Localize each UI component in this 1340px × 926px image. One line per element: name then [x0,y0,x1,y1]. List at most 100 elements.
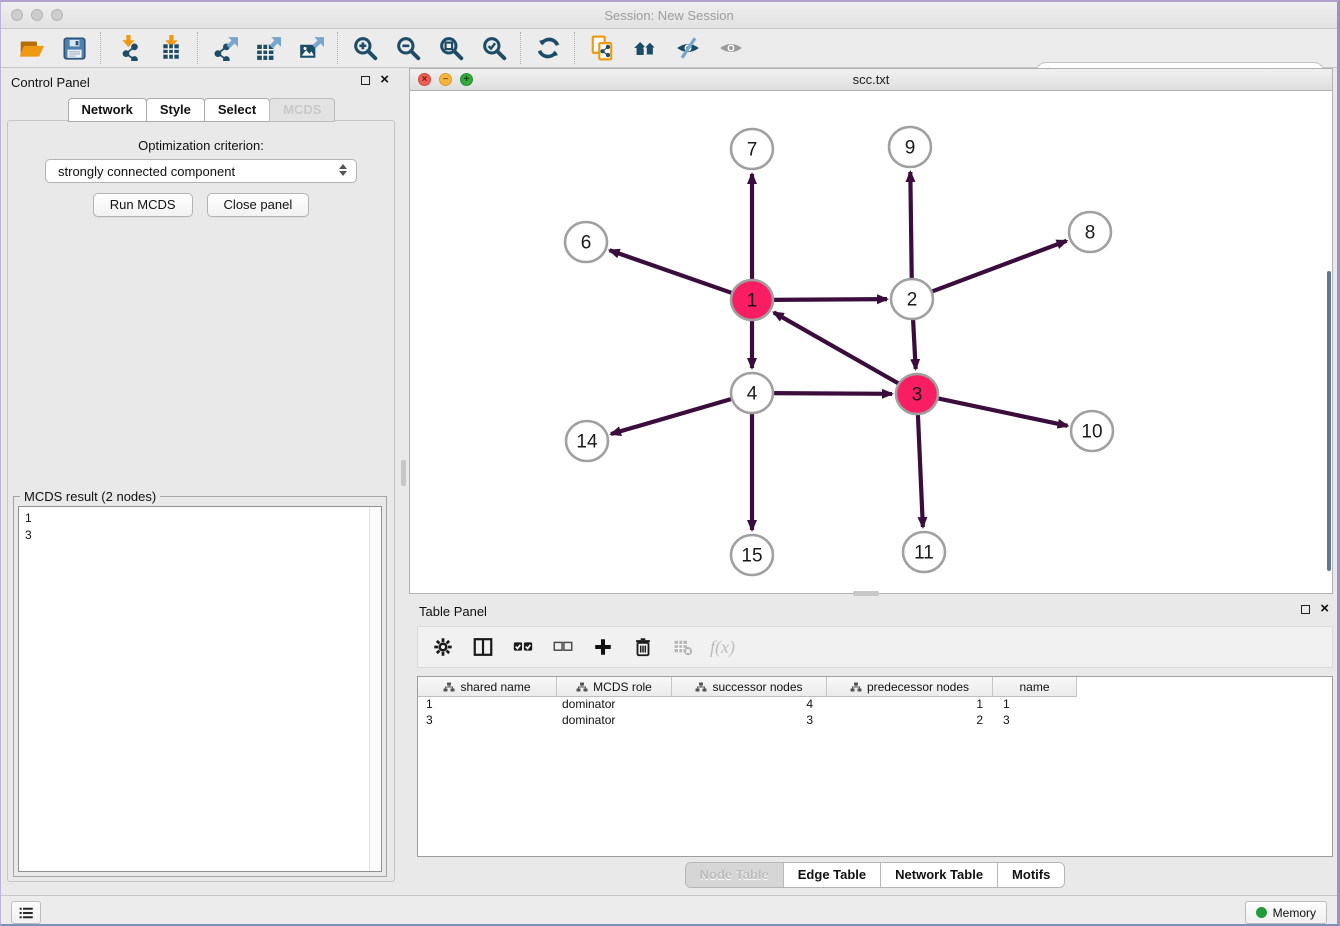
node-14[interactable]: 14 [566,421,608,461]
zoom-in-icon[interactable] [343,31,386,65]
tab-network[interactable]: Network [68,98,147,122]
node-10[interactable]: 10 [1071,411,1113,451]
edge-4-14[interactable] [611,398,735,434]
cell-predecessor-nodes[interactable]: 2 [827,713,993,729]
cell-name[interactable]: 3 [993,713,1077,729]
show-all-icon [709,31,752,65]
result-scrollbar[interactable] [369,507,381,871]
tab-mcds[interactable]: MCDS [269,98,335,122]
memory-button[interactable]: Memory [1245,901,1327,924]
zoom-fit-icon[interactable] [429,31,472,65]
deselect-all-icon[interactable] [550,634,576,660]
task-history-button[interactable] [11,901,41,924]
node-1[interactable]: 1 [731,280,773,320]
edge-4-3[interactable] [770,393,892,394]
column-header-MCDS-role[interactable]: MCDS role [557,677,672,697]
node-label: 15 [741,546,762,567]
export-network-icon[interactable] [203,31,246,65]
edge-3-11[interactable] [918,412,923,527]
zoom-out-icon[interactable] [386,31,429,65]
cell-shared-name[interactable]: 1 [418,697,557,713]
node-15[interactable]: 15 [731,535,773,575]
node-8[interactable]: 8 [1069,212,1111,252]
apply-layout-icon[interactable] [526,31,569,65]
node-6[interactable]: 6 [565,222,607,262]
dropdown-spinner-icon [339,164,347,176]
edge-1-6[interactable] [610,250,735,294]
control-panel-title: Control Panel [11,75,90,90]
cell-MCDS-role[interactable]: dominator [557,713,672,729]
edge-2-8[interactable] [929,241,1067,293]
node-label: 8 [1085,223,1096,244]
node-11[interactable]: 11 [903,532,945,572]
criterion-dropdown[interactable]: strongly connected component [45,159,357,183]
edge-2-3[interactable] [913,317,916,369]
column-header-shared-name[interactable]: shared name [418,677,557,697]
network-canvas[interactable]: 7 9 6 8 1 2 4 3 14 10 15 11 [410,91,1332,593]
columns-icon[interactable] [470,634,496,660]
select-all-icon[interactable] [510,634,536,660]
tab-node-table[interactable]: Node Table [686,863,784,887]
node-3[interactable]: 3 [896,374,938,414]
run-mcds-button[interactable]: Run MCDS [93,193,193,217]
toolbar-separator [574,32,575,64]
first-neighbors-icon[interactable] [623,31,666,65]
hide-selected-icon[interactable] [666,31,709,65]
tab-motifs[interactable]: Motifs [998,863,1064,887]
table-row[interactable]: 1dominator411 [418,697,1332,713]
network-scrollbar-thumb[interactable] [1327,271,1331,571]
export-table-icon[interactable] [246,31,289,65]
cell-MCDS-role[interactable]: dominator [557,697,672,713]
tab-edge-table[interactable]: Edge Table [784,863,881,887]
edge-3-10[interactable] [935,398,1068,426]
cell-successor-nodes[interactable]: 3 [672,713,827,729]
add-column-icon[interactable] [590,634,616,660]
zoom-selected-icon[interactable] [472,31,515,65]
node-7[interactable]: 7 [731,129,773,169]
cell-predecessor-nodes[interactable]: 1 [827,697,993,713]
close-table-panel-icon[interactable]: × [1320,604,1329,614]
node-2[interactable]: 2 [891,279,933,319]
column-mapping-icon [850,681,862,693]
save-session-icon[interactable] [52,31,95,65]
tab-select[interactable]: Select [204,98,270,122]
cell-name[interactable]: 1 [993,697,1077,713]
edge-2-9[interactable] [910,172,911,281]
tab-style[interactable]: Style [146,98,205,122]
node-label: 3 [912,385,923,406]
node-label: 1 [747,291,758,312]
network-graph[interactable]: 7 9 6 8 1 2 4 3 14 10 15 11 [410,91,1332,593]
column-header-name[interactable]: name [993,677,1077,697]
close-panel-button[interactable]: Close panel [207,193,310,217]
memory-status-icon [1256,907,1267,918]
edge-1-2[interactable] [770,299,887,300]
mcds-result-list[interactable]: 13 [18,506,382,872]
trash-icon[interactable] [630,634,656,660]
column-header-predecessor-nodes[interactable]: predecessor nodes [827,677,993,697]
cell-shared-name[interactable]: 3 [418,713,557,729]
node-label: 10 [1081,422,1102,443]
column-header-successor-nodes[interactable]: successor nodes [672,677,827,697]
gear-icon[interactable] [430,634,456,660]
import-table-icon[interactable] [149,31,192,65]
node-label: 7 [747,140,758,161]
edge-3-1[interactable] [774,312,902,385]
copy-network-icon[interactable] [580,31,623,65]
control-panel: Control Panel × NetworkStyleSelectMCDS O… [1,69,401,895]
column-mapping-icon [576,681,588,693]
cell-successor-nodes[interactable]: 4 [672,697,827,713]
float-panel-icon[interactable] [361,76,370,85]
close-panel-icon[interactable]: × [380,75,389,85]
table-row[interactable]: 3dominator323 [418,713,1332,729]
open-file-icon[interactable] [9,31,52,65]
node-4[interactable]: 4 [731,373,773,413]
vertical-splitter-grip[interactable] [401,460,406,486]
float-table-panel-icon[interactable] [1301,605,1310,614]
network-window-titlebar[interactable]: × − + scc.txt [410,69,1332,91]
horizontal-splitter-grip[interactable] [853,591,879,596]
tab-network-table[interactable]: Network Table [881,863,998,887]
export-image-icon[interactable] [289,31,332,65]
node-label: 2 [907,290,918,311]
import-network-icon[interactable] [106,31,149,65]
node-9[interactable]: 9 [889,127,931,167]
